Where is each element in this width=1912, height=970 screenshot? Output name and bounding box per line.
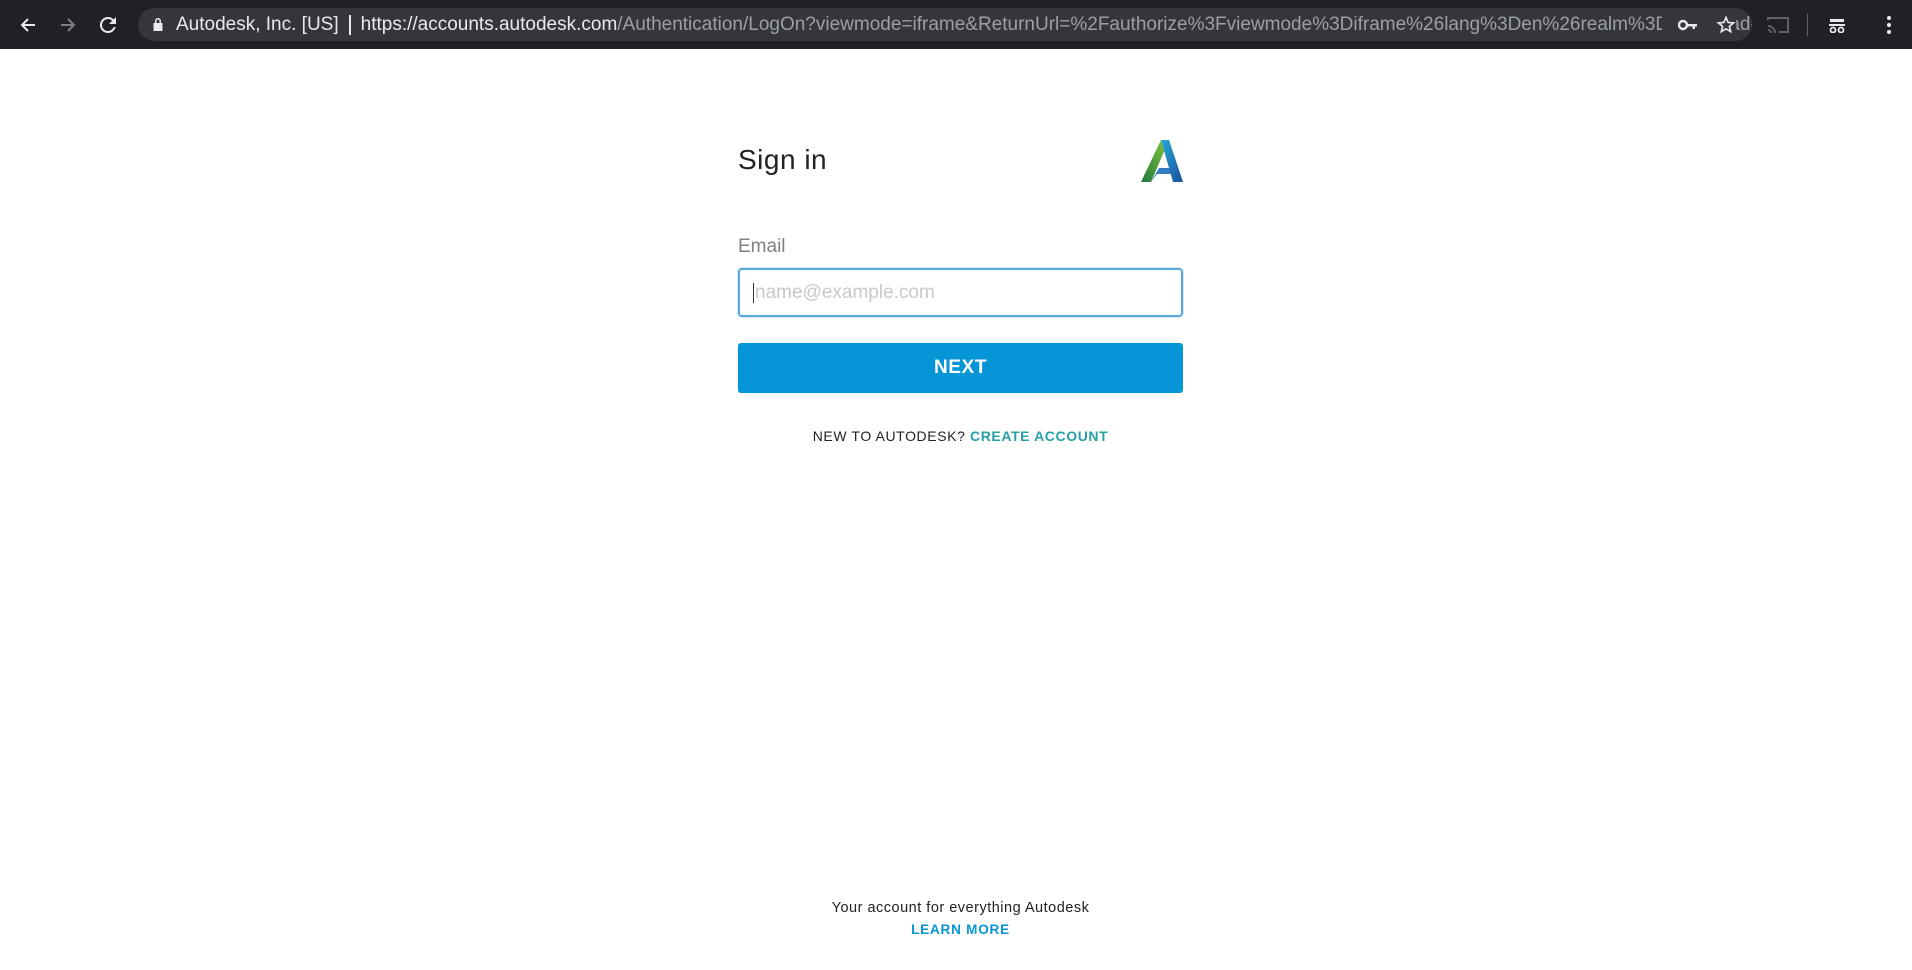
url-host: https://accounts.autodesk.com	[360, 13, 618, 35]
page-footer: Your account for everything Autodesk LEA…	[738, 900, 1183, 937]
footer-tagline: Your account for everything Autodesk	[831, 900, 1090, 916]
cast-icon	[1767, 16, 1789, 33]
omnibox-actions	[1662, 8, 1736, 41]
signin-panel: Sign in Email name@example.com NEXT NEW …	[738, 130, 1183, 444]
text-caret	[753, 282, 754, 303]
forward-button[interactable]	[48, 0, 88, 49]
extension-button[interactable]	[1808, 0, 1866, 49]
browser-menu-button[interactable]	[1866, 0, 1912, 49]
star-icon[interactable]	[1716, 14, 1736, 35]
toolbar-right	[1749, 0, 1912, 49]
new-to-autodesk-text: NEW TO AUTODESK?	[812, 428, 966, 444]
email-label: Email	[738, 236, 786, 257]
menu-icon	[1887, 15, 1891, 34]
cast-button[interactable]	[1749, 0, 1807, 49]
create-account-row: NEW TO AUTODESK? CREATE ACCOUNT	[738, 428, 1183, 444]
back-button[interactable]	[8, 0, 48, 49]
key-icon[interactable]	[1678, 19, 1698, 31]
next-button[interactable]: NEXT	[738, 343, 1183, 393]
signin-header: Sign in	[738, 130, 1183, 190]
url-path: /Authentication/LogOn?viewmode=iframe&Re…	[617, 13, 1752, 35]
omnibox-separator	[348, 14, 351, 35]
address-bar[interactable]: Autodesk, Inc. [US] https://accounts.aut…	[138, 8, 1752, 41]
reload-button[interactable]	[88, 0, 128, 49]
reload-icon	[99, 16, 116, 33]
learn-more-link[interactable]: LEARN MORE	[738, 922, 1183, 937]
browser-toolbar: Autodesk, Inc. [US] https://accounts.aut…	[0, 0, 1912, 49]
email-placeholder: name@example.com	[755, 281, 935, 303]
page-title: Sign in	[738, 144, 828, 175]
forward-icon	[61, 17, 76, 32]
extension-icon	[1829, 18, 1845, 33]
lock-icon[interactable]	[152, 17, 164, 32]
autodesk-logo-icon	[1141, 140, 1183, 182]
email-field[interactable]: name@example.com	[738, 268, 1183, 317]
back-icon	[20, 17, 35, 32]
site-identity[interactable]: Autodesk, Inc. [US]	[176, 14, 339, 36]
create-account-link[interactable]: CREATE ACCOUNT	[970, 428, 1108, 444]
